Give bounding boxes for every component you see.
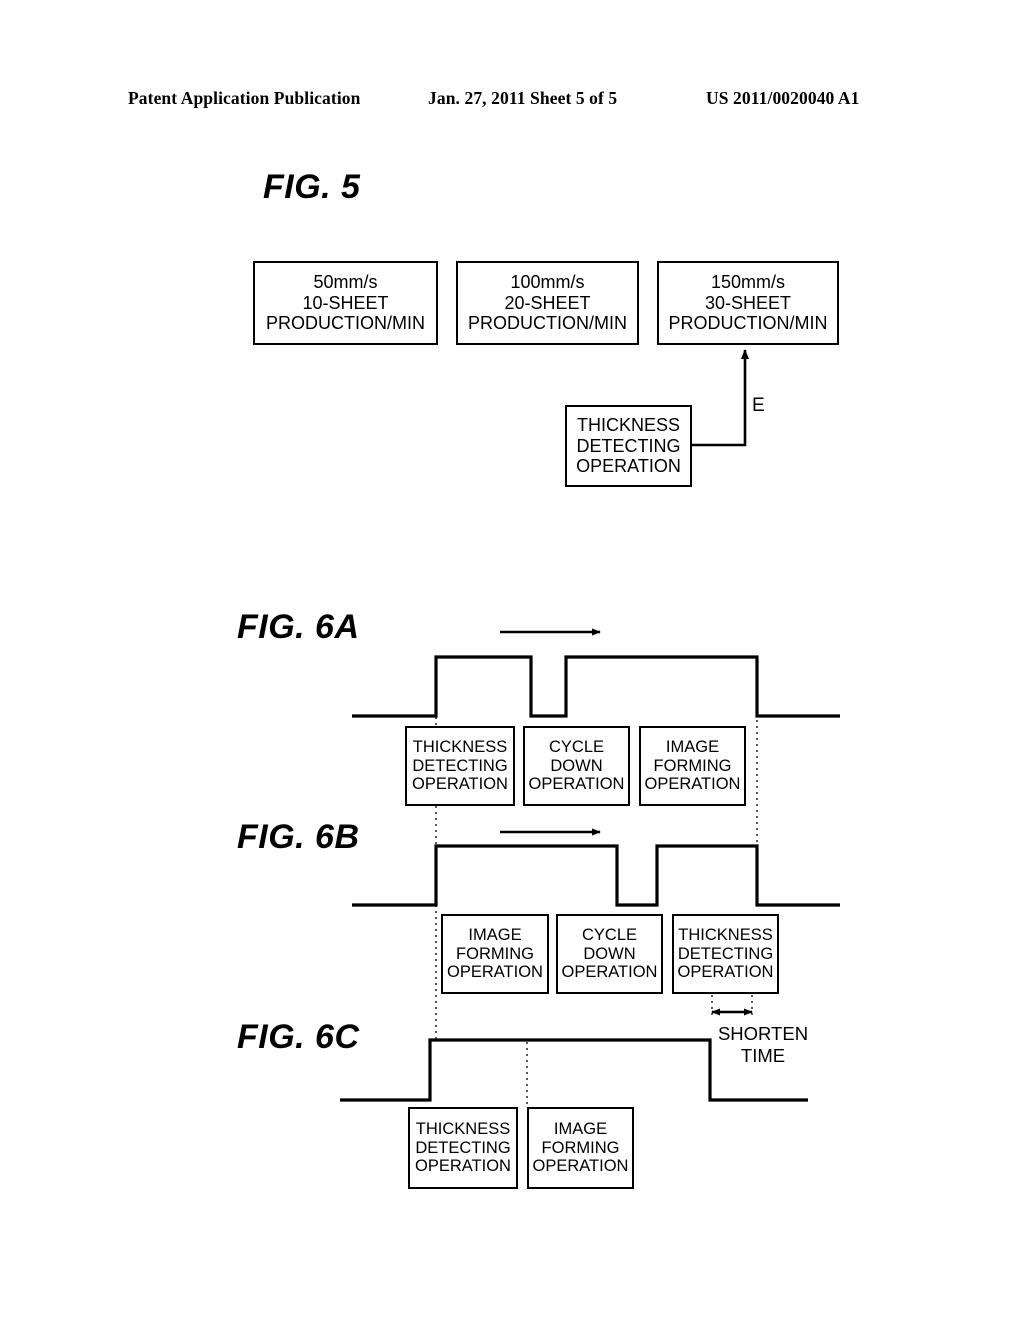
fig6b-box-2-line1: CYCLE [581, 925, 638, 944]
header-patent-number: US 2011/0020040 A1 [706, 88, 860, 108]
publication-header: Patent Application Publication Jan. 27, … [0, 88, 1024, 114]
fig5-speed-box-3-line3: PRODUCTION/MIN [668, 313, 828, 334]
fig6c-box-1: THICKNESS DETECTING OPERATION [408, 1107, 518, 1189]
fig6b-box-1-line2: FORMING [456, 944, 534, 963]
fig6c-shorten-time-line1: SHORTEN [717, 1023, 809, 1044]
fig6c-box-2-line1: IMAGE [553, 1119, 608, 1138]
fig6c-box-1-line3: OPERATION [415, 1157, 511, 1176]
fig6b-box-3-line2: DETECTING [677, 944, 774, 963]
figure-title-fig6b: FIG. 6B [237, 818, 360, 856]
fig6c-box-2: IMAGE FORMING OPERATION [527, 1107, 634, 1189]
fig5-connector-arrow [692, 349, 749, 447]
fig6a-box-1-line3: OPERATION [412, 775, 508, 794]
fig6b-box-3: THICKNESS DETECTING OPERATION [672, 914, 779, 994]
fig6a-box-2-line3: OPERATION [528, 775, 625, 794]
fig6a-waveform [352, 655, 840, 718]
fig6b-box-3-line1: THICKNESS [678, 925, 773, 944]
fig6c-shorten-time-line2: TIME [740, 1045, 786, 1067]
fig6b-box-1-line3: OPERATION [447, 963, 543, 982]
fig6b-box-1: IMAGE FORMING OPERATION [441, 914, 549, 994]
figure-title-fig6c: FIG. 6C [237, 1018, 360, 1056]
fig6a-box-3: IMAGE FORMING OPERATION [639, 726, 746, 806]
fig6a-box-1: THICKNESS DETECTING OPERATION [405, 726, 515, 806]
fig5-speed-box-2: 100mm/s 20-SHEET PRODUCTION/MIN [456, 261, 639, 345]
fig6a-box-1-line2: DETECTING [412, 756, 508, 775]
fig6a-box-3-line2: FORMING [653, 756, 732, 775]
fig5-thickness-detecting-box-line1: THICKNESS [576, 415, 681, 436]
alignment-guide-lines [435, 657, 758, 1107]
fig5-speed-box-2-line2: 20-SHEET [504, 292, 591, 313]
fig6c-box-2-line2: FORMING [541, 1138, 620, 1157]
fig6c-box-1-line2: DETECTING [415, 1138, 511, 1157]
fig6b-box-1-line1: IMAGE [468, 925, 522, 944]
patent-drawing-page: Patent Application Publication Jan. 27, … [0, 0, 1024, 1320]
fig6b-box-3-line3: OPERATION [677, 963, 774, 982]
fig6c-box-1-line1: THICKNESS [415, 1119, 511, 1138]
fig5-speed-box-1-line3: PRODUCTION/MIN [266, 313, 425, 334]
fig6b-box-2-line3: OPERATION [561, 963, 658, 982]
fig5-speed-box-1-line2: 10-SHEET [302, 292, 389, 313]
fig5-speed-box-2-line1: 100mm/s [510, 272, 585, 293]
fig5-speed-box-3-line2: 30-SHEET [704, 292, 792, 313]
fig6b-box-2: CYCLE DOWN OPERATION [556, 914, 663, 994]
fig5-thickness-detecting-box-line2: DETECTING [576, 435, 681, 456]
figure-title-fig5: FIG. 5 [263, 168, 361, 206]
fig5-speed-box-1-line1: 50mm/s [313, 272, 378, 293]
fig5-speed-box-2-line3: PRODUCTION/MIN [468, 313, 627, 334]
fig6a-box-3-line3: OPERATION [644, 775, 741, 794]
fig6c-box-2-line3: OPERATION [532, 1157, 629, 1176]
fig5-speed-box-3: 150mm/s 30-SHEET PRODUCTION/MIN [657, 261, 839, 345]
fig6a-box-2: CYCLE DOWN OPERATION [523, 726, 630, 806]
fig6c-shorten-time-label: SHORTEN TIME [713, 1023, 813, 1067]
fig6a-box-1-line1: THICKNESS [412, 737, 508, 756]
fig5-thickness-detecting-box: THICKNESS DETECTING OPERATION [565, 405, 692, 487]
fig6a-box-2-line1: CYCLE [548, 737, 605, 756]
figure-title-fig6a: FIG. 6A [237, 608, 360, 646]
fig6b-waveform [352, 844, 840, 907]
fig5-speed-box-1: 50mm/s 10-SHEET PRODUCTION/MIN [253, 261, 438, 345]
fig6a-box-3-line1: IMAGE [665, 737, 720, 756]
fig6a-box-2-line2: DOWN [550, 756, 603, 775]
fig5-speed-box-3-line1: 150mm/s [710, 272, 786, 293]
fig5-arrow-label-e: E [752, 395, 765, 416]
fig6b-box-2-line2: DOWN [583, 944, 636, 963]
fig5-thickness-detecting-box-line3: OPERATION [576, 456, 681, 477]
header-date-sheet: Jan. 27, 2011 Sheet 5 of 5 [428, 88, 618, 108]
header-publication-label: Patent Application Publication [128, 88, 361, 108]
